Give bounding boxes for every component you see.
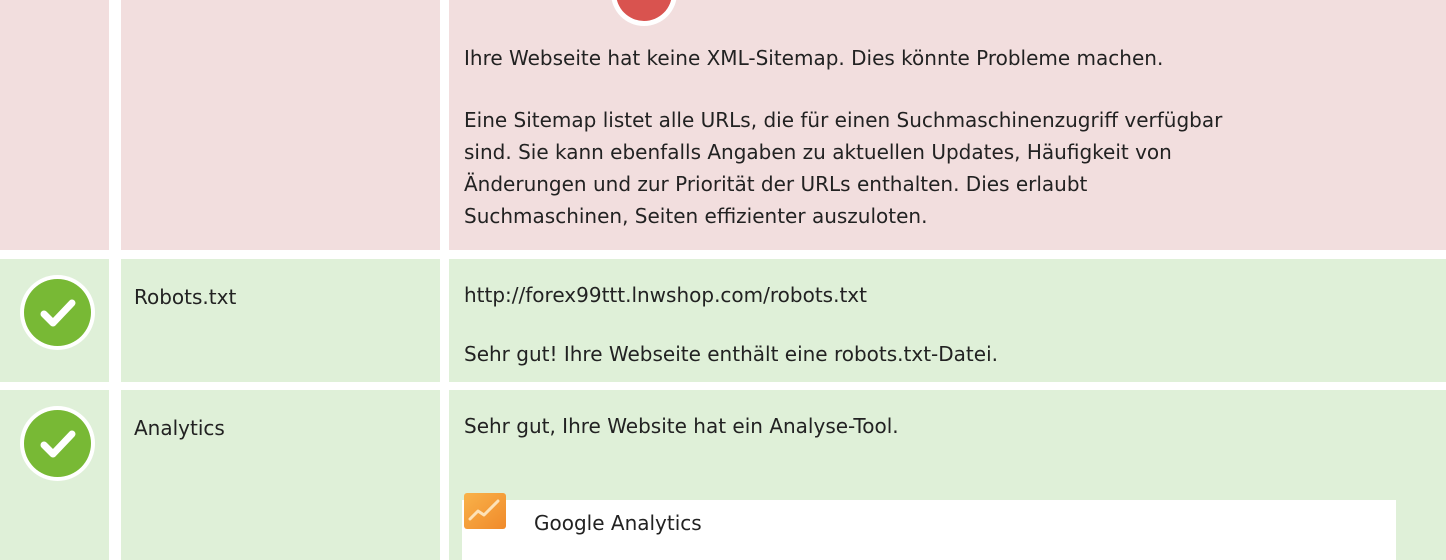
robots-body-cell: http://forex99ttt.lnwshop.com/robots.txt… [449,259,1446,382]
sitemap-message: Ihre Webseite hat keine XML-Sitemap. Die… [464,46,1164,70]
analytics-status-cell [0,390,109,560]
analytics-message: Sehr gut, Ihre Website hat ein Analyse-T… [464,414,899,438]
analytics-icon [464,493,506,529]
google-analytics-item: Google Analytics [462,493,1396,560]
robots-label: Robots.txt [121,259,440,382]
seo-results-table: Ihre Webseite hat keine XML-Sitemap. Die… [0,0,1446,560]
sitemap-body-cell: Ihre Webseite hat keine XML-Sitemap. Die… [449,0,1446,250]
analytics-label: Analytics [121,390,440,560]
analytics-tool-name: Google Analytics [534,511,702,535]
sitemap-status-cell [0,0,109,250]
sitemap-description: Eine Sitemap listet alle URLs, die für e… [464,108,1223,228]
robots-message: Sehr gut! Ihre Webseite enthält eine rob… [464,342,998,366]
robots-row: Robots.txt http://forex99ttt.lnwshop.com… [0,259,1446,382]
sitemap-row: Ihre Webseite hat keine XML-Sitemap. Die… [0,0,1446,250]
robots-status-cell [0,259,109,382]
robots-url: http://forex99ttt.lnwshop.com/robots.txt [464,283,867,307]
check-icon [20,275,95,350]
sitemap-label-cell [121,0,440,250]
check-icon [20,406,95,481]
